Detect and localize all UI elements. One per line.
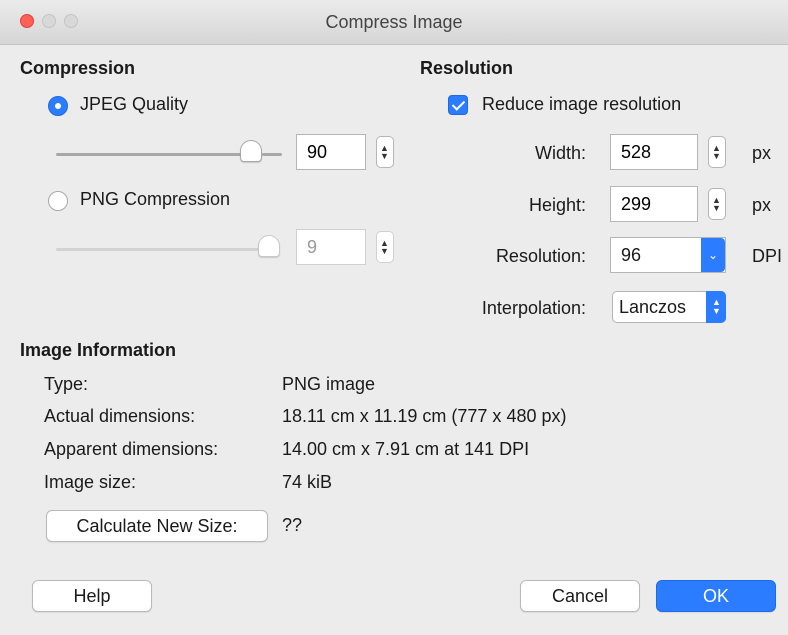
reduce-resolution-label[interactable]: Reduce image resolution: [482, 94, 681, 115]
actual-dimensions-label: Actual dimensions:: [44, 406, 196, 426]
png-compression-stepper[interactable]: ▲ ▼: [376, 231, 394, 263]
interpolation-value: Lanczos: [619, 297, 687, 317]
png-compression-radio[interactable]: [48, 191, 68, 211]
new-size-value: ??: [282, 515, 303, 535]
resolution-heading: Resolution: [420, 58, 513, 78]
jpeg-quality-slider-filled[interactable]: [56, 153, 242, 156]
apparent-dimensions-value: 14.00 cm x 7.91 cm at 141 DPI: [282, 439, 530, 459]
compression-heading: Compression: [20, 58, 136, 78]
png-compression-label[interactable]: PNG Compression: [80, 189, 230, 210]
height-stepper[interactable]: ▲ ▼: [708, 188, 726, 220]
jpeg-quality-field[interactable]: [296, 134, 366, 170]
jpeg-quality-slider-thumb[interactable]: [240, 140, 262, 162]
title-bar: Compress Image: [0, 0, 788, 45]
type-label: Type:: [44, 374, 89, 394]
interpolation-label: Interpolation:: [481, 298, 586, 318]
reduce-resolution-checkbox[interactable]: [448, 95, 468, 115]
help-button[interactable]: Help: [32, 580, 152, 612]
resolution-combobox[interactable]: 96 ⌄: [610, 237, 726, 273]
image-information-heading: Image Information: [20, 340, 177, 360]
apparent-dimensions-label: Apparent dimensions:: [44, 439, 219, 459]
cancel-button[interactable]: Cancel: [520, 580, 640, 612]
actual-dimensions-value: 18.11 cm x 11.19 cm (777 x 480 px): [282, 406, 567, 426]
chevron-down-icon[interactable]: ⌄: [701, 238, 725, 272]
image-size-label: Image size:: [44, 472, 137, 492]
height-field[interactable]: [610, 186, 698, 222]
window-title: Compress Image: [325, 12, 463, 32]
resolution-value: 96: [621, 245, 642, 265]
jpeg-quality-label[interactable]: JPEG Quality: [80, 94, 188, 115]
width-field[interactable]: [610, 134, 698, 170]
image-size-value: 74 kiB: [282, 472, 333, 492]
updown-chevron-icon: ▲ ▼: [706, 291, 726, 323]
png-compression-field[interactable]: [296, 229, 366, 265]
jpeg-quality-stepper[interactable]: ▲ ▼: [376, 136, 394, 168]
png-compression-slider-thumb[interactable]: [258, 235, 280, 257]
compress-image-dialog: Compress Image Compression JPEG Quality …: [0, 0, 788, 635]
resolution-unit: DPI: [752, 246, 783, 266]
width-unit: px: [752, 143, 772, 163]
height-label: Height:: [528, 195, 586, 215]
interpolation-select[interactable]: Lanczos ▲ ▼: [612, 291, 726, 323]
width-stepper[interactable]: ▲ ▼: [708, 136, 726, 168]
resolution-label: Resolution:: [495, 246, 586, 266]
calculate-new-size-button[interactable]: Calculate New Size:: [46, 510, 268, 542]
jpeg-quality-radio[interactable]: [48, 96, 68, 116]
jpeg-quality-slider-rest[interactable]: [262, 153, 282, 156]
ok-button[interactable]: OK: [656, 580, 776, 612]
width-label: Width:: [534, 143, 586, 163]
type-value: PNG image: [282, 374, 376, 394]
png-compression-slider-track[interactable]: [56, 248, 262, 251]
height-unit: px: [752, 195, 772, 215]
